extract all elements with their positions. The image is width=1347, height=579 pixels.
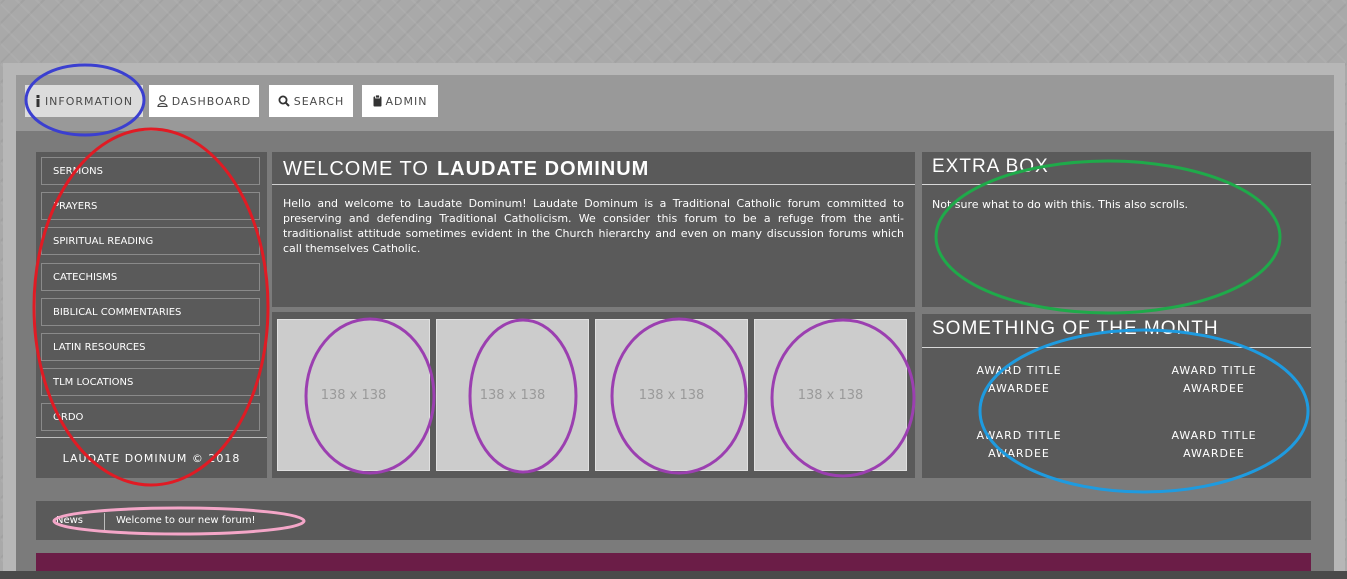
award-awardee: AWARDEE — [1183, 447, 1245, 460]
tab-label: SEARCH — [293, 94, 345, 108]
month-panel: SOMETHING OF THE MONTH AWARD TITLE AWARD… — [922, 314, 1311, 478]
welcome-body: Hello and welcome to Laudate Dominum! La… — [283, 197, 904, 255]
sidebar-item-catechisms[interactable]: CATECHISMS — [41, 263, 260, 291]
month-divider — [922, 347, 1311, 348]
award-awardee: AWARDEE — [1183, 382, 1245, 395]
image-gallery: 138 x 138 138 x 138 138 x 138 138 x 138 — [272, 312, 915, 478]
award-title: AWARD TITLE — [1171, 364, 1257, 377]
tab-admin[interactable]: ADMIN — [362, 85, 438, 117]
tab-information[interactable]: INFORMATION — [25, 85, 143, 117]
user-icon — [157, 95, 168, 107]
welcome-title-prefix: WELCOME TO — [283, 157, 429, 180]
welcome-panel: WELCOME TO LAUDATE DOMINUM Hello and wel… — [272, 152, 915, 307]
award-3[interactable]: AWARD TITLE AWARDEE — [944, 427, 1094, 463]
page-frame: INFORMATION DASHBOARD SEARCH ADMIN SERMO… — [3, 63, 1345, 579]
tab-label: INFORMATION — [44, 94, 134, 108]
award-2[interactable]: AWARD TITLE AWARDEE — [1139, 362, 1289, 398]
gallery-image-3[interactable]: 138 x 138 — [595, 319, 748, 471]
award-4[interactable]: AWARD TITLE AWARDEE — [1139, 427, 1289, 463]
news-item[interactable]: Welcome to our new forum! — [116, 513, 256, 529]
sidebar-item-sermons[interactable]: SERMONS — [41, 157, 260, 185]
tab-dashboard[interactable]: DASHBOARD — [149, 85, 259, 117]
sidebar-item-ordo[interactable]: ORDO — [41, 403, 260, 431]
welcome-title: WELCOME TO LAUDATE DOMINUM — [283, 156, 649, 182]
award-1[interactable]: AWARD TITLE AWARDEE — [944, 362, 1094, 398]
award-title: AWARD TITLE — [1171, 429, 1257, 442]
gallery-image-2[interactable]: 138 x 138 — [436, 319, 589, 471]
sidebar-nav: SERMONS PRAYERS SPIRITUAL READING CATECH… — [36, 152, 267, 478]
extra-box-divider — [922, 184, 1311, 185]
gallery-image-4[interactable]: 138 x 138 — [754, 319, 907, 471]
sidebar-item-biblical-commentaries[interactable]: BIBLICAL COMMENTARIES — [41, 298, 260, 326]
sidebar-footer: LAUDATE DOMINUM © 2018 — [36, 437, 267, 478]
search-icon — [278, 95, 290, 107]
extra-box-text: Not sure what to do with this. This also… — [932, 198, 1189, 211]
news-divider — [104, 513, 105, 530]
sidebar-item-prayers[interactable]: PRAYERS — [41, 192, 260, 220]
sidebar-item-spiritual-reading[interactable]: SPIRITUAL READING — [41, 227, 260, 255]
forum-shell: INFORMATION DASHBOARD SEARCH ADMIN SERMO… — [16, 75, 1334, 579]
award-awardee: AWARDEE — [988, 447, 1050, 460]
award-title: AWARD TITLE — [976, 364, 1062, 377]
extra-box-panel: EXTRA BOX Not sure what to do with this.… — [922, 152, 1311, 307]
bottom-scroll-strip — [0, 571, 1347, 579]
award-title: AWARD TITLE — [976, 429, 1062, 442]
welcome-title-bold: LAUDATE DOMINUM — [436, 157, 650, 180]
gallery-image-1[interactable]: 138 x 138 — [277, 319, 430, 471]
tab-search[interactable]: SEARCH — [269, 85, 353, 117]
info-icon — [35, 95, 41, 107]
month-title: SOMETHING OF THE MONTH — [932, 318, 1219, 339]
top-navigation-bar: INFORMATION DASHBOARD SEARCH ADMIN — [16, 75, 1334, 131]
award-awardee: AWARDEE — [988, 382, 1050, 395]
welcome-divider — [272, 184, 915, 185]
tab-label: DASHBOARD — [171, 94, 252, 108]
news-label: News — [56, 515, 84, 526]
clipboard-icon — [373, 95, 382, 107]
news-ticker: News Welcome to our new forum! — [36, 501, 1311, 540]
extra-box-title: EXTRA BOX — [932, 156, 1049, 177]
sidebar-item-tlm-locations[interactable]: TLM LOCATIONS — [41, 368, 260, 396]
sidebar-item-latin-resources[interactable]: LATIN RESOURCES — [41, 333, 260, 361]
tab-label: ADMIN — [385, 94, 428, 108]
